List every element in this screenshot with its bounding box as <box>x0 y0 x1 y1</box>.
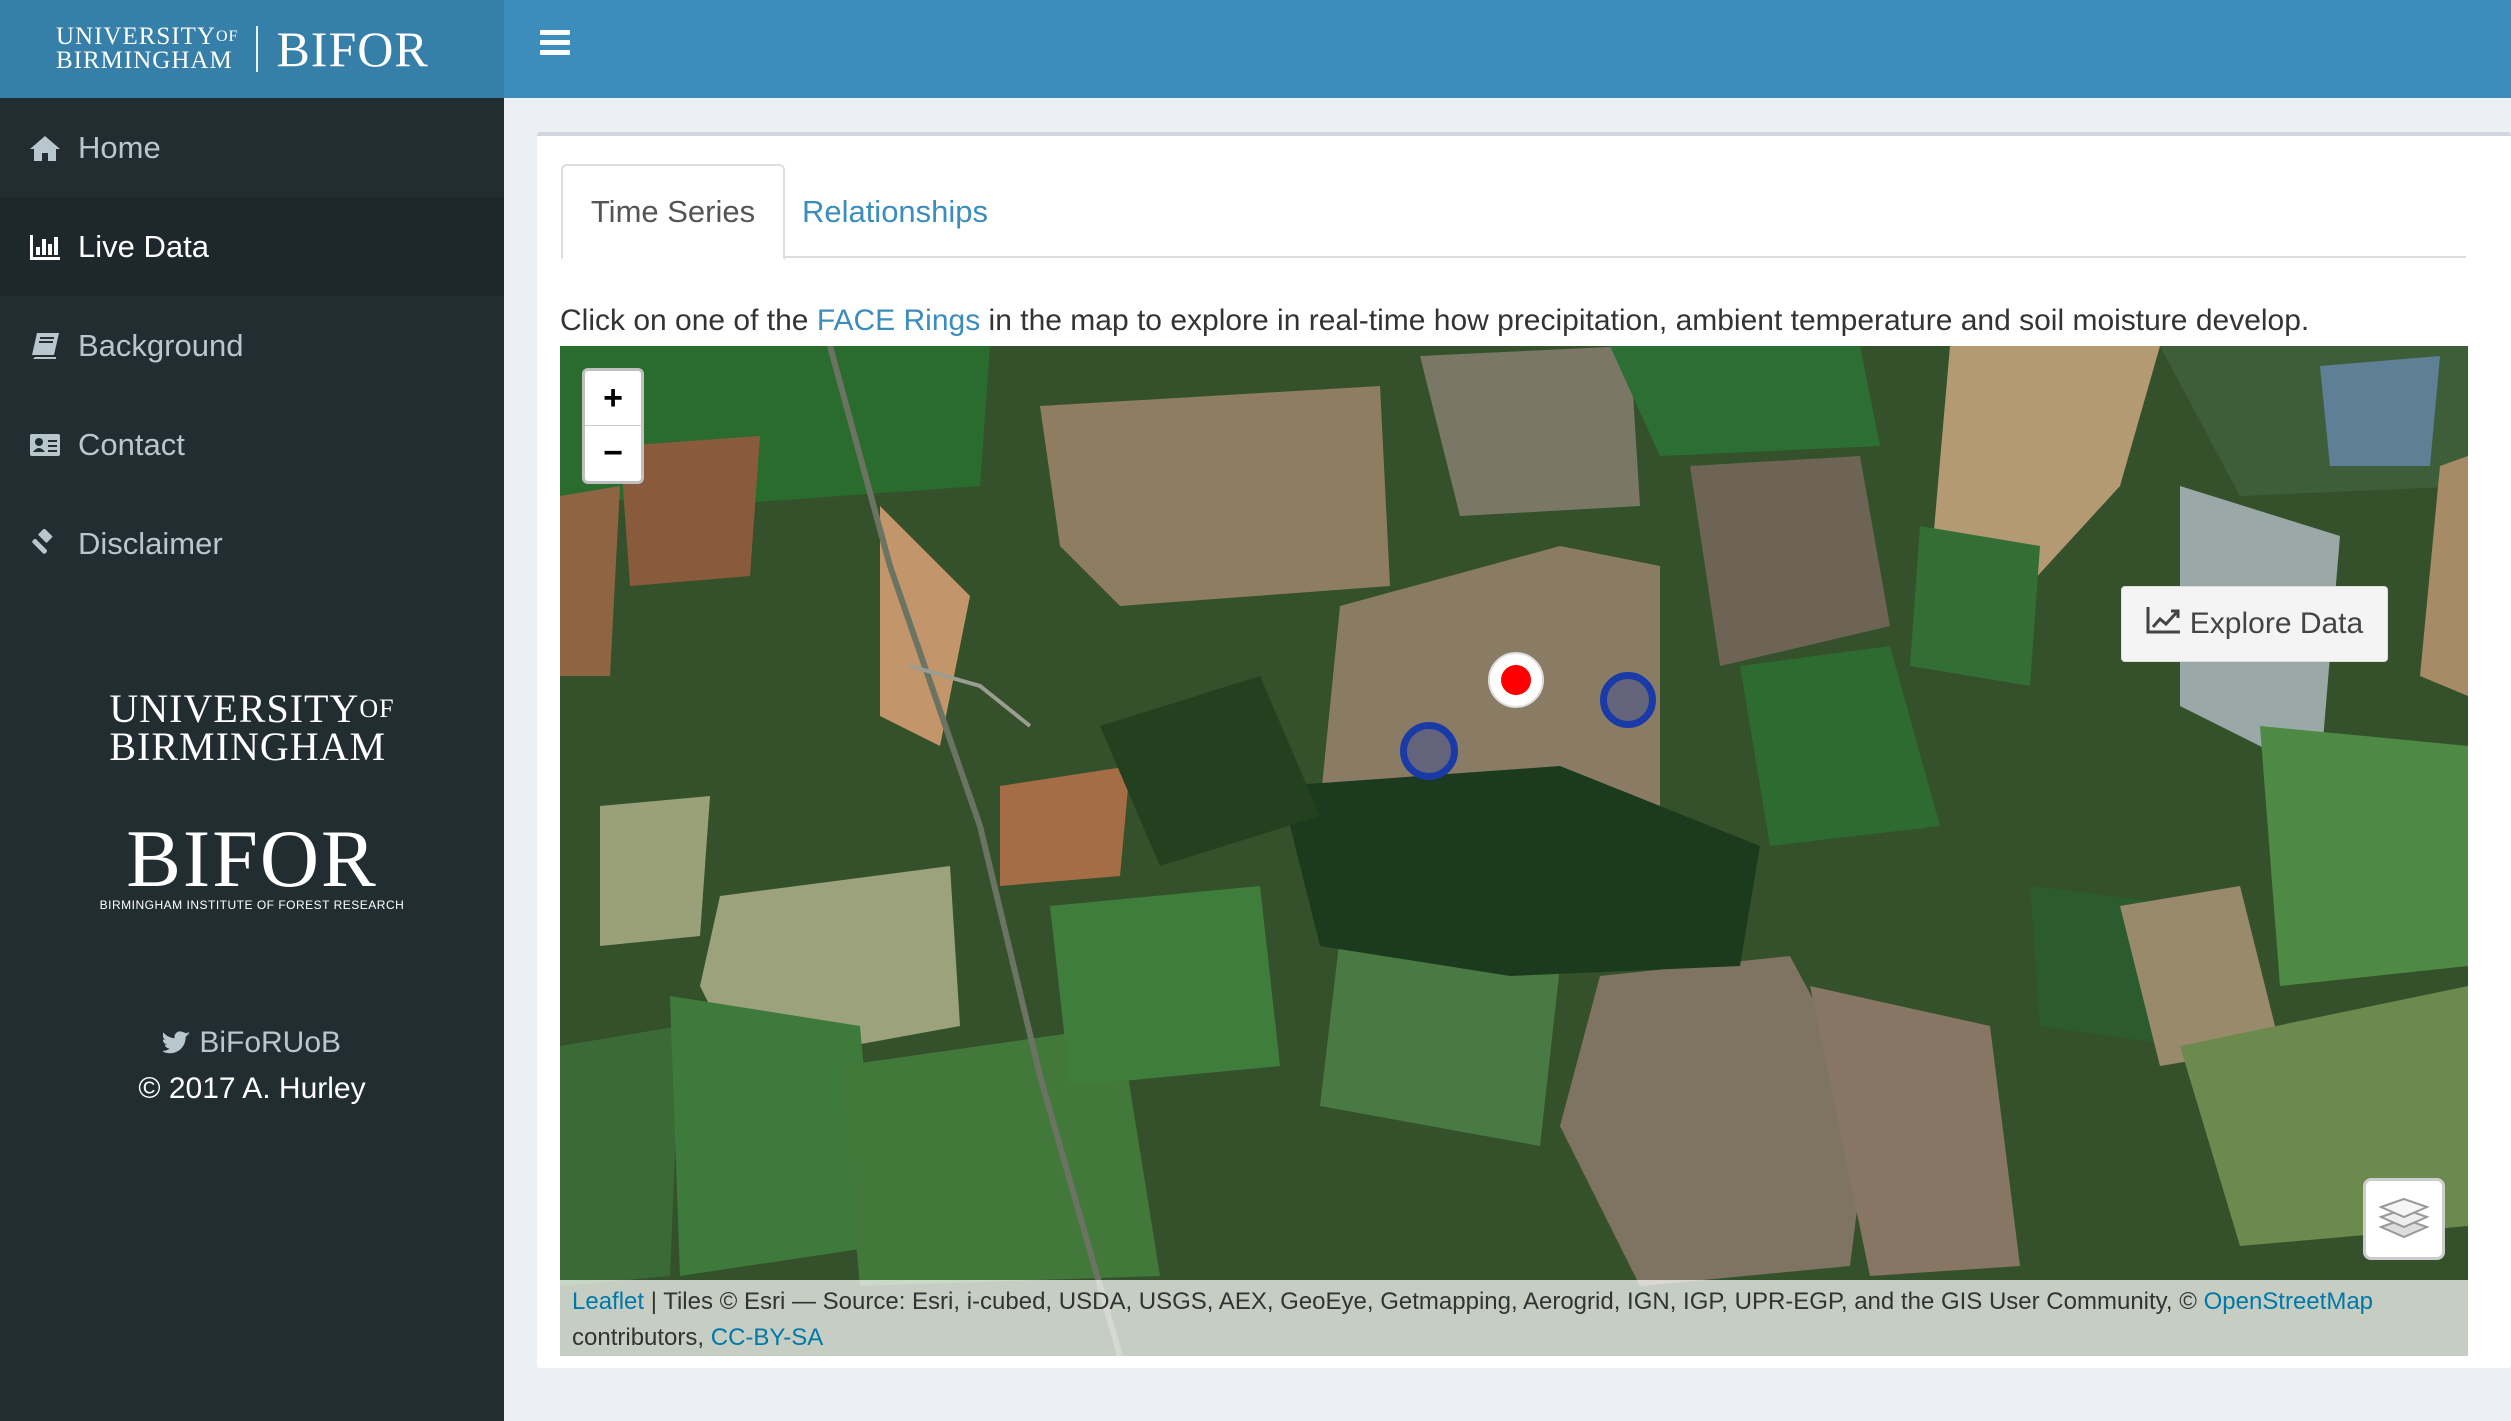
intro-text: Click on one of the FACE Rings in the ma… <box>560 304 2310 337</box>
tab-relationships[interactable]: Relationships <box>785 164 1005 260</box>
twitter-link[interactable]: BiFoRUoB <box>0 1020 504 1066</box>
book-icon <box>26 329 64 363</box>
explore-data-label: Explore Data <box>2189 607 2364 640</box>
face-ring-selected[interactable] <box>1488 652 1544 708</box>
sidebar-logos: UNIVERSITYOF BIRMINGHAM BIFOR BIRMINGHAM… <box>0 686 504 913</box>
face-ring[interactable] <box>1600 672 1656 728</box>
leaflet-link[interactable]: Leaflet <box>572 1288 644 1315</box>
home-icon <box>26 131 64 165</box>
face-rings-link[interactable]: FACE Rings <box>817 304 980 337</box>
sidebar-item-background[interactable]: Background <box>0 296 504 395</box>
sidebar-item-label: Background <box>78 327 244 363</box>
sidebar-footer: BiFoRUoB © 2017 A. Hurley <box>0 1020 504 1112</box>
content-box: Time Series Relationships Click on one o… <box>537 132 2511 1368</box>
openstreetmap-link[interactable]: OpenStreetMap <box>2204 1288 2373 1315</box>
university-logo-small: UNIVERSITYOF BIRMINGHAM <box>56 23 239 74</box>
bifor-logo-small: BIFOR <box>276 21 429 77</box>
selected-ring-dot <box>1501 665 1531 695</box>
sidebar-item-disclaimer[interactable]: Disclaimer <box>0 494 504 593</box>
university-logo: UNIVERSITYOF BIRMINGHAM <box>109 686 395 769</box>
sidebar-item-label: Live Data <box>78 228 209 264</box>
map-attribution: Leaflet | Tiles © Esri — Source: Esri, i… <box>560 1280 2468 1356</box>
twitter-icon <box>161 1026 199 1059</box>
sidebar-item-label: Home <box>78 129 161 165</box>
tab-bar: Time Series Relationships <box>561 164 2466 260</box>
line-chart-icon <box>2146 605 2190 643</box>
copyright: © 2017 A. Hurley <box>138 1072 366 1105</box>
sidebar-item-contact[interactable]: Contact <box>0 395 504 494</box>
sidebar-item-label: Disclaimer <box>78 525 223 561</box>
gavel-icon <box>26 527 64 561</box>
sidebar-item-live-data[interactable]: Live Data <box>0 197 504 296</box>
logo-divider <box>256 26 259 72</box>
header-logo[interactable]: UNIVERSITYOF BIRMINGHAM BIFOR <box>0 0 504 98</box>
twitter-handle: BiFoRUoB <box>199 1026 342 1059</box>
sidebar-menu: Home Live Data Background Contact Discla… <box>0 98 504 593</box>
bifor-logo: BIFOR <box>126 813 378 904</box>
zoom-in-button[interactable]: + <box>585 371 641 426</box>
sidebar-item-label: Contact <box>78 426 185 462</box>
bar-chart-icon <box>26 230 64 264</box>
layers-icon <box>2377 1193 2431 1246</box>
zoom-out-button[interactable]: − <box>585 426 641 481</box>
copyright-icon: © <box>138 1072 161 1105</box>
tab-time-series[interactable]: Time Series <box>561 164 785 260</box>
layers-control[interactable] <box>2363 1178 2445 1260</box>
cc-by-sa-link[interactable]: CC-BY-SA <box>711 1324 823 1351</box>
sidebar-item-home[interactable]: Home <box>0 98 504 197</box>
menu-toggle-icon[interactable] <box>540 30 570 56</box>
bifor-subtitle: BIRMINGHAM INSTITUTE OF FOREST RESEARCH <box>99 898 405 912</box>
zoom-control: + − <box>582 368 644 484</box>
explore-data-button[interactable]: Explore Data <box>2121 586 2388 662</box>
sidebar: UNIVERSITYOF BIRMINGHAM BIFOR Home Live … <box>0 0 504 1421</box>
address-card-icon <box>26 428 64 462</box>
map-tiles <box>560 346 2468 1356</box>
top-header <box>504 0 2511 98</box>
satellite-map[interactable]: + − Explore Data Leaflet | Tiles © Esri … <box>560 346 2468 1356</box>
face-ring[interactable] <box>1400 722 1458 780</box>
